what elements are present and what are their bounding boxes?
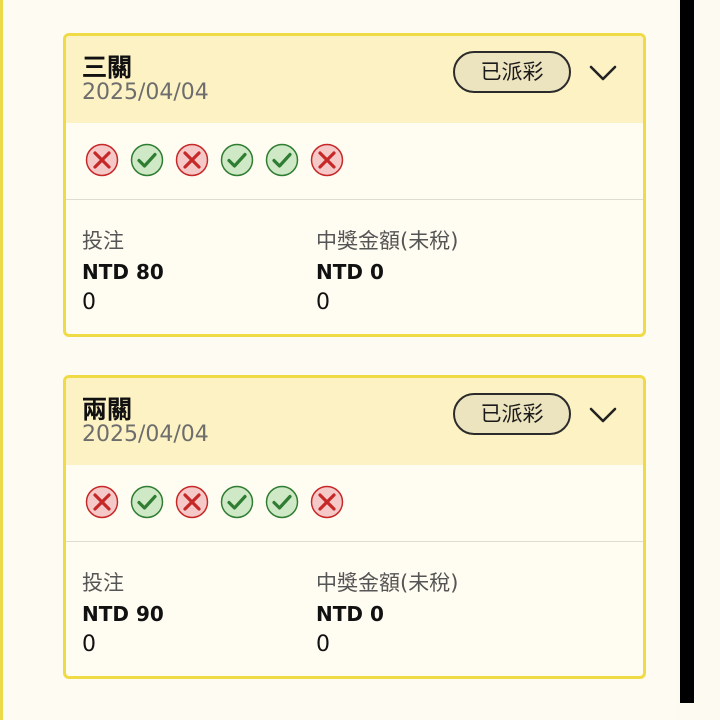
chevron-down-icon[interactable] xyxy=(588,63,618,83)
leg-results-row xyxy=(66,465,643,542)
leg-results-row xyxy=(66,123,643,200)
bet-extra-value: 0 xyxy=(82,632,96,657)
prize-column: 中獎金額(未稅) NTD 0 0 xyxy=(316,570,458,660)
loss-cross-icon xyxy=(175,143,209,177)
bet-card-header[interactable]: 兩關 2025/04/04 已派彩 xyxy=(66,378,643,465)
bet-column: 投注 NTD 90 0 xyxy=(82,570,164,660)
loss-cross-icon xyxy=(310,485,344,519)
bet-stats: 投注 NTD 90 0 中獎金額(未稅) NTD 0 0 xyxy=(66,542,643,676)
loss-cross-icon xyxy=(310,143,344,177)
win-check-icon xyxy=(265,143,299,177)
bet-card: 兩關 2025/04/04 已派彩 投注 NTD 90 0 中獎金額(未稅) N… xyxy=(63,375,646,679)
win-check-icon xyxy=(220,485,254,519)
chevron-down-icon[interactable] xyxy=(588,405,618,425)
loss-cross-icon xyxy=(85,143,119,177)
prize-label: 中獎金額(未稅) xyxy=(316,571,459,595)
status-badge: 已派彩 xyxy=(453,51,571,93)
prize-column: 中獎金額(未稅) NTD 0 0 xyxy=(316,228,458,318)
prize-extra-value: 0 xyxy=(316,632,330,657)
prize-amount: NTD 0 xyxy=(316,602,384,626)
win-check-icon xyxy=(130,485,164,519)
bet-type-title: 三關 xyxy=(82,53,133,82)
bet-label: 投注 xyxy=(82,571,124,595)
scrollbar[interactable] xyxy=(680,0,694,703)
bet-extra-value: 0 xyxy=(82,290,96,315)
bet-type-title: 兩關 xyxy=(82,395,133,424)
prize-extra-value: 0 xyxy=(316,290,330,315)
bet-card-header[interactable]: 三關 2025/04/04 已派彩 xyxy=(66,36,643,123)
loss-cross-icon xyxy=(175,485,209,519)
bet-column: 投注 NTD 80 0 xyxy=(82,228,164,318)
bet-stats: 投注 NTD 80 0 中獎金額(未稅) NTD 0 0 xyxy=(66,200,643,334)
bet-date: 2025/04/04 xyxy=(82,422,209,447)
bet-date: 2025/04/04 xyxy=(82,80,209,105)
win-check-icon xyxy=(220,143,254,177)
bet-label: 投注 xyxy=(82,229,124,253)
bet-amount: NTD 80 xyxy=(82,260,164,284)
status-badge: 已派彩 xyxy=(453,393,571,435)
win-check-icon xyxy=(130,143,164,177)
prize-label: 中獎金額(未稅) xyxy=(316,229,459,253)
bet-card: 三關 2025/04/04 已派彩 投注 NTD 80 0 中獎金額(未稅) N… xyxy=(63,33,646,337)
loss-cross-icon xyxy=(85,485,119,519)
win-check-icon xyxy=(265,485,299,519)
prize-amount: NTD 0 xyxy=(316,260,384,284)
bet-amount: NTD 90 xyxy=(82,602,164,626)
